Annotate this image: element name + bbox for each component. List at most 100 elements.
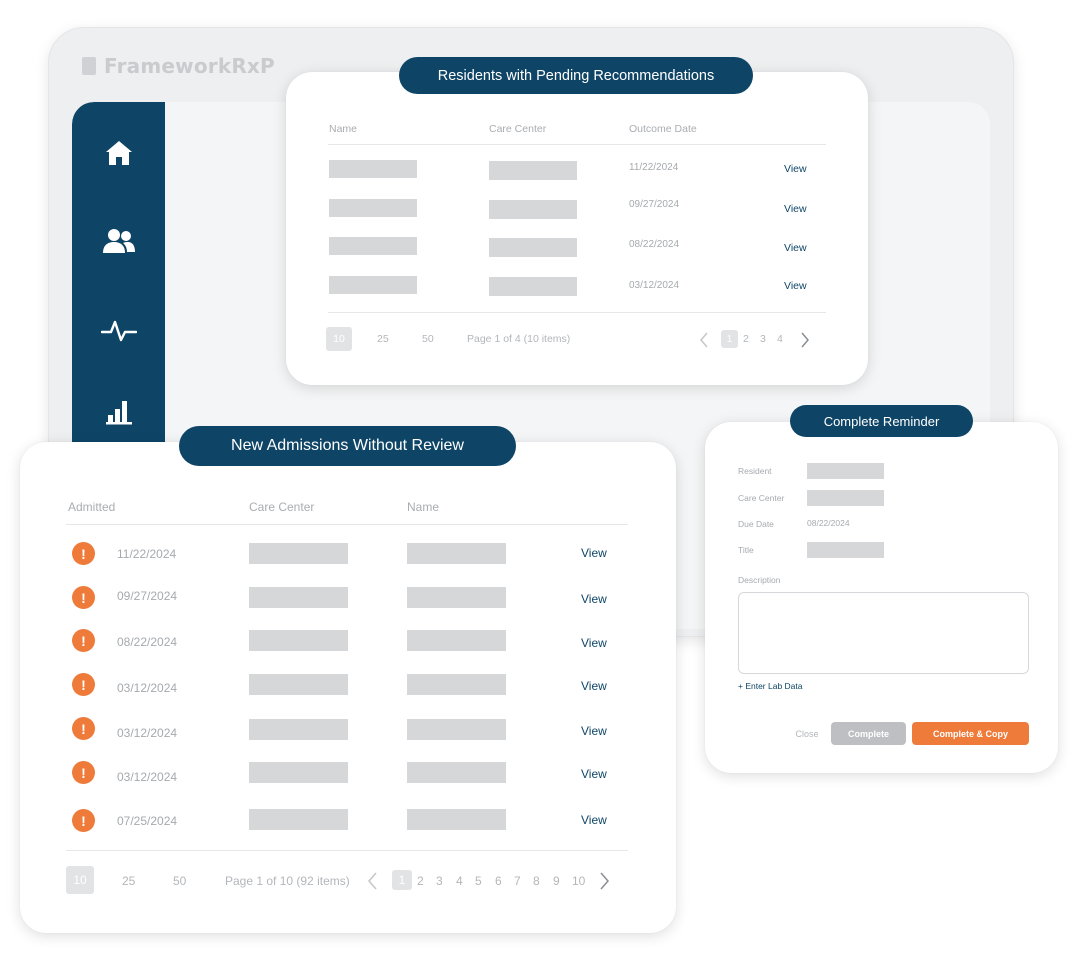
pending-recommendations-title: Residents with Pending Recommendations [399,57,753,94]
header-divider [328,144,826,145]
brand: FrameworkRxP [82,54,275,78]
alert-icon: ! [72,717,95,740]
page-info: Page 1 of 10 (92 items) [225,874,350,888]
chevron-left-icon[interactable] [367,872,378,890]
resident-name-placeholder [407,587,506,608]
care-center-placeholder [249,809,348,830]
chevron-left-icon[interactable] [699,332,709,348]
sidebar-item-reports[interactable] [101,394,137,428]
care-center-placeholder [249,587,348,608]
page-4[interactable]: 4 [456,874,463,888]
page-3[interactable]: 3 [760,333,766,345]
resident-label: Resident [738,466,772,476]
admitted-date: 11/22/2024 [117,547,177,561]
home-icon [106,141,132,165]
view-link[interactable]: View [581,813,607,827]
page-1[interactable]: 1 [392,870,412,890]
complete-button[interactable]: Complete [831,722,906,745]
column-header-admitted: Admitted [68,500,116,514]
outcome-date: 09/27/2024 [629,199,680,210]
resident-name-placeholder [329,160,417,178]
column-header-outcome-date: Outcome Date [629,123,697,135]
resident-name-placeholder [407,630,506,651]
column-header-care-center: Care Center [249,500,315,514]
care-center-label: Care Center [738,493,785,503]
resident-value-placeholder [807,463,884,479]
view-link[interactable]: View [581,724,607,738]
care-center-placeholder [249,674,348,695]
alert-icon: ! [72,673,95,696]
view-link[interactable]: View [784,163,807,175]
view-link[interactable]: View [581,546,607,560]
complete-reminder-title: Complete Reminder [790,405,973,437]
page-3[interactable]: 3 [436,874,443,888]
chevron-right-icon[interactable] [599,872,610,890]
admitted-date: 07/25/2024 [117,814,178,828]
care-center-placeholder [249,762,348,783]
alert-icon: ! [72,809,95,832]
resident-name-placeholder [407,719,506,740]
sidebar-item-home[interactable] [101,136,137,170]
page-1[interactable]: 1 [721,330,738,348]
column-header-name: Name [407,500,440,514]
view-link[interactable]: View [581,767,607,781]
view-link[interactable]: View [784,280,807,292]
page-info: Page 1 of 4 (10 items) [467,333,571,345]
outcome-date: 08/22/2024 [629,239,680,250]
footer-divider [328,312,826,313]
brand-logo-mark [82,57,96,75]
page-6[interactable]: 6 [495,874,502,888]
chevron-right-icon[interactable] [800,332,810,348]
resident-name-placeholder [329,199,417,217]
page-size-25[interactable]: 25 [122,874,135,888]
bar-chart-icon [106,401,132,425]
page-size-50[interactable]: 50 [422,333,434,345]
care-center-placeholder [249,719,348,740]
care-center-placeholder [489,161,577,180]
view-link[interactable]: View [581,592,607,606]
enter-lab-data-link[interactable]: + Enter Lab Data [738,681,803,691]
resident-name-placeholder [407,762,506,783]
care-center-placeholder [249,543,348,564]
page-2[interactable]: 2 [743,333,749,345]
page-9[interactable]: 9 [553,874,560,888]
alert-icon: ! [72,586,95,609]
description-textarea[interactable] [738,592,1029,674]
page-4[interactable]: 4 [777,333,783,345]
admitted-date: 03/12/2024 [117,726,178,740]
due-date-value: 08/22/2024 [807,518,850,528]
page-2[interactable]: 2 [417,874,424,888]
page-10[interactable]: 10 [572,874,585,888]
resident-name-placeholder [407,543,506,564]
page-5[interactable]: 5 [475,874,482,888]
view-link[interactable]: View [581,636,607,650]
page-size-10[interactable]: 10 [326,327,352,351]
close-button[interactable]: Close [787,722,827,745]
column-header-name: Name [329,123,358,135]
title-label: Title [738,545,754,555]
view-link[interactable]: View [784,242,807,254]
resident-name-placeholder [329,237,417,255]
page-size-50[interactable]: 50 [173,874,186,888]
admitted-date: 03/12/2024 [117,770,178,784]
resident-name-placeholder [407,674,506,695]
care-center-placeholder [489,200,577,219]
sidebar-item-residents[interactable] [101,224,137,258]
page-7[interactable]: 7 [514,874,521,888]
view-link[interactable]: View [581,679,607,693]
resident-name-placeholder [329,276,417,294]
title-value-placeholder [807,542,884,558]
page-size-25[interactable]: 25 [377,333,389,345]
care-center-placeholder [249,630,348,651]
footer-divider [66,850,628,851]
admitted-date: 09/27/2024 [117,589,178,603]
outcome-date: 03/12/2024 [629,280,680,291]
page-8[interactable]: 8 [533,874,540,888]
complete-and-copy-button[interactable]: Complete & Copy [912,722,1029,745]
new-admissions-title: New Admissions Without Review [179,426,516,466]
alert-icon: ! [72,629,95,652]
sidebar-item-activity[interactable] [101,314,137,348]
view-link[interactable]: View [784,203,807,215]
page-size-10[interactable]: 10 [66,866,94,894]
care-center-value-placeholder [807,490,884,506]
